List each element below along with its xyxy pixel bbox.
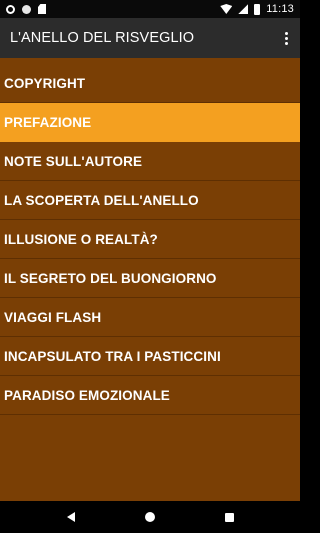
chapter-label: IL SEGRETO DEL BUONGIORNO <box>4 270 217 286</box>
status-left-icons <box>6 4 46 14</box>
chapter-label: VIAGGI FLASH <box>4 309 102 325</box>
app-title: L'ANELLO DEL RISVEGLIO <box>10 30 195 46</box>
chapter-item-copyright[interactable]: COPYRIGHT <box>0 64 300 103</box>
status-bar: 11:13 <box>0 0 300 18</box>
home-icon[interactable] <box>144 512 155 522</box>
chapter-label: ILLUSIONE O REALTÀ? <box>4 231 158 247</box>
chapter-item-note-autore[interactable]: NOTE SULL'AUTORE <box>0 142 300 181</box>
dot <box>284 41 288 45</box>
chapter-item-segreto-buongiorno[interactable]: IL SEGRETO DEL BUONGIORNO <box>0 259 300 298</box>
chapter-label: INCAPSULATO TRA I PASTICCINI <box>4 348 221 364</box>
chapter-item-illusione-realta[interactable]: ILLUSIONE O REALTÀ? <box>0 220 300 259</box>
chapter-label: PARADISO EMOZIONALE <box>4 387 170 403</box>
battery-icon <box>254 3 261 15</box>
chapter-item-viaggi-flash[interactable]: VIAGGI FLASH <box>0 298 300 337</box>
chapter-label: NOTE SULL'AUTORE <box>4 153 143 169</box>
recents-icon[interactable] <box>224 512 234 522</box>
dot <box>284 31 288 35</box>
navigation-bar <box>0 501 300 533</box>
signal-icon <box>238 4 249 14</box>
gear-icon <box>6 4 15 14</box>
app-bar: L'ANELLO DEL RISVEGLIO <box>0 18 300 58</box>
status-right-icons: 11:13 <box>220 3 294 15</box>
dot <box>284 36 288 40</box>
chapter-label: LA SCOPERTA DELL'ANELLO <box>4 192 199 208</box>
chapter-label: PREFAZIONE <box>4 114 92 130</box>
chapter-item-scoperta-anello[interactable]: LA SCOPERTA DELL'ANELLO <box>0 181 300 220</box>
chapter-list-container: COPYRIGHT PREFAZIONE NOTE SULL'AUTORE LA… <box>0 58 300 501</box>
chapter-label: COPYRIGHT <box>4 75 86 91</box>
status-time: 11:13 <box>266 3 294 15</box>
chapter-list: COPYRIGHT PREFAZIONE NOTE SULL'AUTORE LA… <box>0 58 300 415</box>
chapter-item-prefazione[interactable]: PREFAZIONE <box>0 103 300 142</box>
chapter-item-incapsulato[interactable]: INCAPSULATO TRA I PASTICCINI <box>0 337 300 376</box>
wifi-icon <box>220 4 233 14</box>
more-vert-icon[interactable] <box>272 18 300 58</box>
chapter-item-paradiso-emozionale[interactable]: PARADISO EMOZIONALE <box>0 376 300 415</box>
circle-icon <box>22 4 31 14</box>
sd-card-icon <box>38 4 46 14</box>
back-icon[interactable] <box>66 512 75 522</box>
